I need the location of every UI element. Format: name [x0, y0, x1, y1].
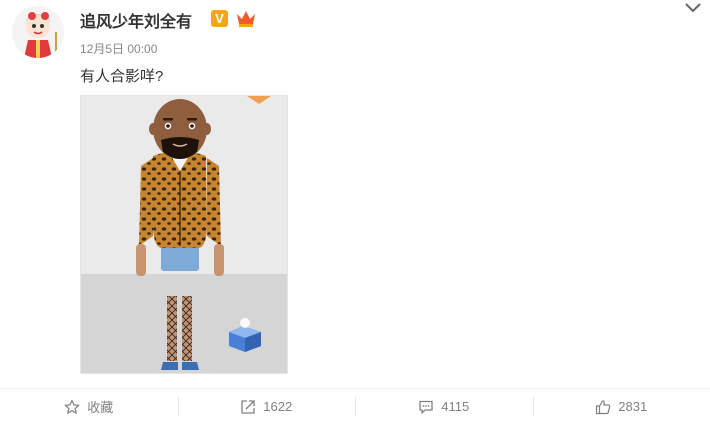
- thumbs-up-icon: [595, 399, 611, 415]
- comment-button[interactable]: 4115: [355, 389, 533, 424]
- chevron-down-icon[interactable]: [684, 2, 702, 14]
- comment-icon: [418, 399, 434, 415]
- comment-count: 4115: [441, 399, 469, 414]
- action-bar: 收藏 1622 4115 2831: [0, 388, 710, 424]
- repost-count: 1622: [263, 399, 292, 414]
- avatar[interactable]: [12, 6, 64, 58]
- favorite-label: 收藏: [87, 397, 113, 416]
- star-icon: [64, 399, 80, 415]
- repost-button[interactable]: 1622: [178, 389, 356, 424]
- share-icon: [240, 399, 256, 415]
- crown-icon: [235, 8, 257, 28]
- post-image[interactable]: [80, 95, 288, 374]
- post-text: 有人合影咩?: [80, 65, 163, 86]
- author-name[interactable]: 追风少年刘全有: [80, 8, 192, 32]
- like-button[interactable]: 2831: [533, 389, 710, 424]
- vip-icon: V: [211, 10, 228, 27]
- favorite-button[interactable]: 收藏: [0, 389, 178, 424]
- post-timestamp[interactable]: 12月5日 00:00: [80, 40, 157, 57]
- like-count: 2831: [618, 399, 647, 414]
